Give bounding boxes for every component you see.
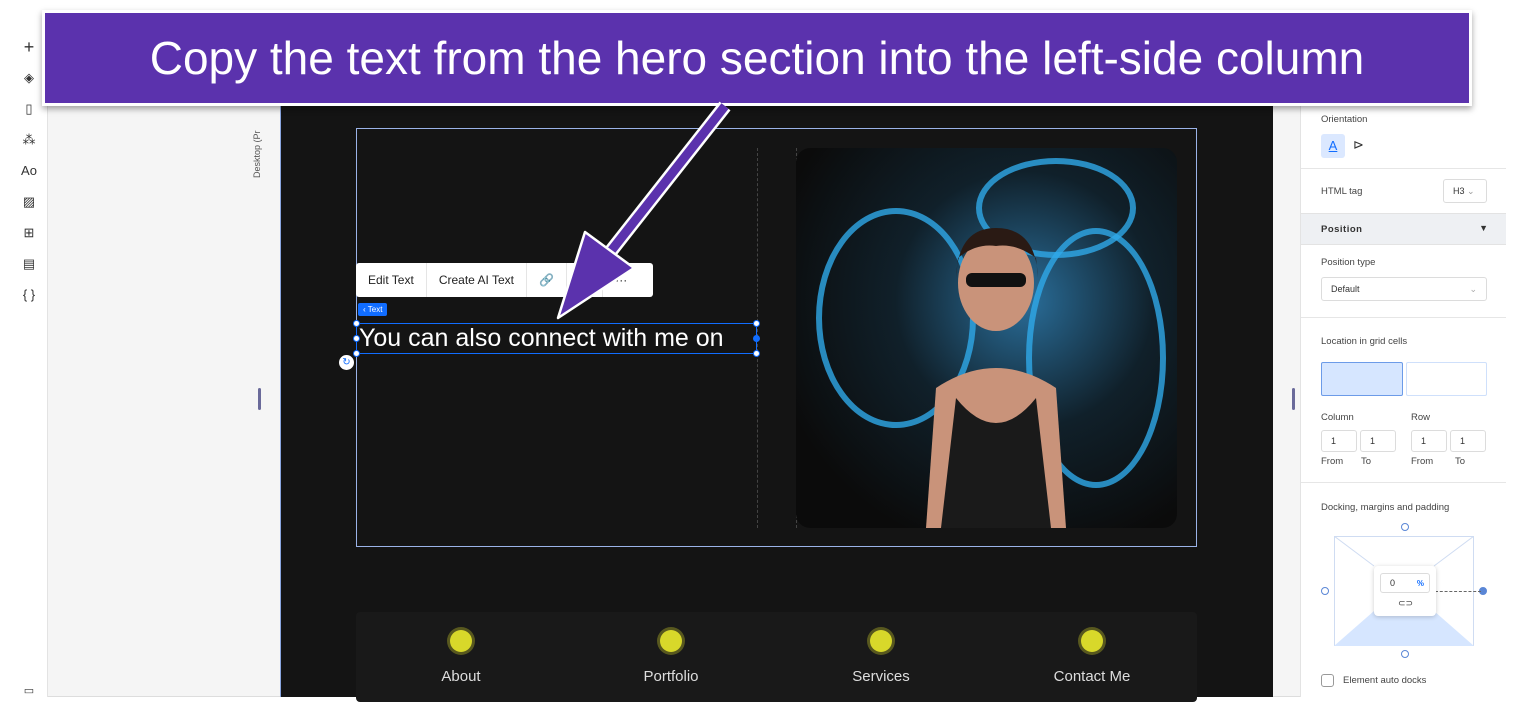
arrow-icon bbox=[556, 101, 731, 320]
